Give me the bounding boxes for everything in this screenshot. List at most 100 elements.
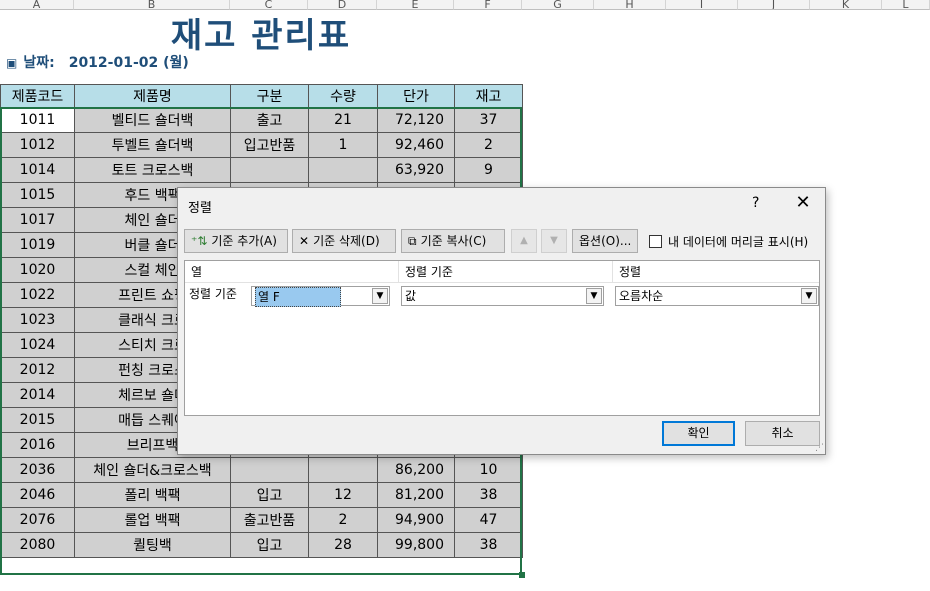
cell-stock[interactable]: 9 [454, 157, 523, 183]
cell-unit-price[interactable]: 86,200 [377, 457, 455, 483]
cell-product-code[interactable]: 1017 [0, 207, 75, 233]
cell-unit-price[interactable]: 72,120 [377, 107, 455, 133]
cell-product-code[interactable]: 1012 [0, 132, 75, 158]
cell-product-code[interactable]: 2014 [0, 382, 75, 408]
cell-product-name[interactable]: 투벨트 숄더백 [74, 132, 231, 158]
cell-quantity[interactable]: 12 [308, 482, 378, 508]
column-header-j[interactable]: J [738, 0, 810, 10]
grid-header-column: 열 [185, 261, 399, 283]
column-combo[interactable]: 열 F ▼ [251, 286, 390, 307]
cell-stock[interactable]: 38 [454, 532, 523, 558]
cell-quantity[interactable] [308, 157, 378, 183]
header-quantity[interactable]: 수량 [308, 84, 378, 108]
sort-levels-grid: 열 정렬 기준 정렬 정렬 기준 열 F ▼ 값 ▼ 오름차순 ▼ [184, 260, 820, 416]
table-header-row: 제품코드 제품명 구분 수량 단가 재고 [0, 84, 523, 108]
resize-grip-icon[interactable]: ⋰ [815, 443, 824, 453]
cell-quantity[interactable] [308, 457, 378, 483]
header-type[interactable]: 구분 [230, 84, 309, 108]
column-header-l[interactable]: L [882, 0, 930, 10]
cell-unit-price[interactable]: 92,460 [377, 132, 455, 158]
cell-stock[interactable]: 47 [454, 507, 523, 533]
cell-stock[interactable]: 2 [454, 132, 523, 158]
header-checkbox[interactable]: 내 데이터에 머리글 표시(H) [649, 233, 808, 250]
cell-product-code[interactable]: 1023 [0, 307, 75, 333]
cell-product-code[interactable]: 2046 [0, 482, 75, 508]
cell-quantity[interactable]: 2 [308, 507, 378, 533]
cell-quantity[interactable]: 21 [308, 107, 378, 133]
cell-product-code[interactable]: 1024 [0, 332, 75, 358]
cell-unit-price[interactable]: 94,900 [377, 507, 455, 533]
table-row: 2076 롤업 백팩 출고반품 2 94,900 47 [0, 507, 523, 533]
cell-type[interactable] [230, 157, 309, 183]
cell-stock[interactable]: 10 [454, 457, 523, 483]
chevron-down-icon[interactable]: ▼ [372, 288, 388, 304]
dialog-title: 정렬 [188, 201, 212, 216]
cell-type[interactable]: 출고반품 [230, 507, 309, 533]
cell-product-code[interactable]: 1022 [0, 282, 75, 308]
cell-product-name[interactable]: 롤업 백팩 [74, 507, 231, 533]
cell-product-name[interactable]: 벨티드 숄더백 [74, 107, 231, 133]
sort-on-combo[interactable]: 값 ▼ [401, 286, 604, 306]
close-button[interactable]: ✕ [792, 192, 814, 214]
date-value: 2012-01-02 (월) [68, 55, 189, 71]
cell-product-name[interactable]: 퀼팅백 [74, 532, 231, 558]
help-button[interactable]: ? [752, 195, 759, 211]
cell-unit-price[interactable]: 63,920 [377, 157, 455, 183]
cell-type[interactable]: 입고반품 [230, 132, 309, 158]
cell-type[interactable]: 입고 [230, 482, 309, 508]
header-unit-price[interactable]: 단가 [377, 84, 455, 108]
cell-type[interactable]: 출고 [230, 107, 309, 133]
sort-level-label: 정렬 기준 [189, 287, 237, 301]
cell-unit-price[interactable]: 81,200 [377, 482, 455, 508]
cell-product-name[interactable]: 체인 숄더&크로스백 [74, 457, 231, 483]
cell-product-code[interactable]: 1014 [0, 157, 75, 183]
add-level-icon: ⁺⇅ [191, 234, 208, 248]
cell-stock[interactable]: 38 [454, 482, 523, 508]
delete-level-button[interactable]: ✕ 기준 삭제(D) [292, 229, 396, 253]
column-header-k[interactable]: K [810, 0, 882, 10]
date-line[interactable]: ▣ 날짜: 2012-01-02 (월) [6, 52, 189, 72]
column-header-h[interactable]: H [594, 0, 666, 10]
cell-product-code[interactable]: 2012 [0, 357, 75, 383]
table-row: 1012 투벨트 숄더백 입고반품 1 92,460 2 [0, 132, 523, 158]
square-bullet-icon: ▣ [6, 56, 18, 70]
cell-product-code[interactable]: 1019 [0, 232, 75, 258]
sheet-title[interactable]: 재고 관리표 [0, 8, 522, 57]
grid-header-order: 정렬 [613, 261, 819, 283]
cell-quantity[interactable]: 28 [308, 532, 378, 558]
options-button[interactable]: 옵션(O)... [572, 229, 638, 253]
table-row: 1011 벨티드 숄더백 출고 21 72,120 37 [0, 107, 523, 133]
cell-product-code[interactable]: 2080 [0, 532, 75, 558]
cell-product-code[interactable]: 2076 [0, 507, 75, 533]
chevron-down-icon[interactable]: ▼ [586, 288, 602, 304]
cell-product-name[interactable]: 폴리 백팩 [74, 482, 231, 508]
ok-button[interactable]: 확인 [662, 421, 735, 446]
chevron-down-icon[interactable]: ▼ [801, 288, 817, 304]
cell-type[interactable] [230, 457, 309, 483]
cell-product-code[interactable]: 2036 [0, 457, 75, 483]
cell-product-code[interactable]: 2016 [0, 432, 75, 458]
cancel-button[interactable]: 취소 [745, 421, 820, 446]
cell-product-code[interactable]: 2015 [0, 407, 75, 433]
cell-product-code[interactable]: 1020 [0, 257, 75, 283]
cell-product-name[interactable]: 토트 크로스백 [74, 157, 231, 183]
column-header-i[interactable]: I [666, 0, 738, 10]
column-header-g[interactable]: G [522, 0, 594, 10]
cell-unit-price[interactable]: 99,800 [377, 532, 455, 558]
checkbox-box[interactable] [649, 235, 662, 248]
header-product-code[interactable]: 제품코드 [0, 84, 75, 108]
order-combo[interactable]: 오름차순 ▼ [615, 286, 819, 306]
header-product-name[interactable]: 제품명 [74, 84, 231, 108]
copy-level-button[interactable]: ⧉ 기준 복사(C) [401, 229, 505, 253]
fill-handle[interactable] [519, 572, 525, 578]
cell-type[interactable]: 입고 [230, 532, 309, 558]
move-up-button[interactable]: ▲ [511, 229, 537, 253]
cell-product-code[interactable]: 1015 [0, 182, 75, 208]
delete-level-label: 기준 삭제(D) [313, 234, 380, 248]
cell-stock[interactable]: 37 [454, 107, 523, 133]
cell-quantity[interactable]: 1 [308, 132, 378, 158]
cell-product-code[interactable]: 1011 [0, 107, 75, 133]
add-level-button[interactable]: ⁺⇅ 기준 추가(A) [184, 229, 288, 253]
move-down-button[interactable]: ▼ [541, 229, 567, 253]
header-stock[interactable]: 재고 [454, 84, 523, 108]
